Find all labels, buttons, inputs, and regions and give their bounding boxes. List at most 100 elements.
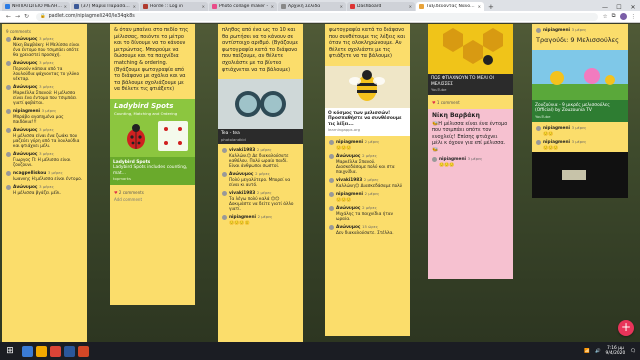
taskbar: ⊞ 📶 🔊 7:16 μμ 9/4/2020 🗨 — [0, 342, 640, 360]
menu-dots-icon[interactable]: ⋮ — [631, 14, 637, 20]
browser-tab[interactable]: Photo collage maker - ✕ — [209, 2, 277, 11]
avatar — [6, 128, 11, 133]
comment-text: 🙂🙂🙂 — [336, 144, 352, 150]
favicon-icon — [5, 4, 10, 9]
add-post-button[interactable]: + — [618, 320, 634, 336]
start-menu-icon[interactable]: ⊞ — [4, 345, 16, 357]
post-body: πληθος από ένα ως το 10 και θα ρωτήσει ν… — [222, 27, 299, 73]
comment-text: Μαρκέλλα Σπανού: Η μέλισσα είναι ένα έντ… — [13, 90, 77, 105]
close-tab-icon[interactable]: ✕ — [340, 4, 343, 9]
column-4: φωτογραφία κατά το διάφανο που συνθέτουμ… — [325, 24, 410, 342]
comment: Ανώνυμος 3 μέρες Νίκη Βαρβάκη: Η Μελίσσα … — [6, 36, 83, 57]
avatar — [329, 153, 334, 159]
word-icon[interactable] — [64, 345, 75, 357]
avatar[interactable] — [619, 13, 627, 20]
link-card[interactable]: Ο κόσμος των μελισσών! Προσπαθήστε να συ… — [325, 107, 410, 136]
dark-photo-thumbnail[interactable] — [532, 152, 628, 199]
link-card[interactable]: Ζουζούνια - 9 μικρές μελισσούλες (Offici… — [532, 100, 628, 123]
close-tab-icon[interactable]: ✕ — [64, 4, 67, 9]
link-card[interactable]: ΠΩΣ ΦΤΙΑΧΝΟΥΝ ΤΟ ΜΕΛΙ ΟΙ ΜΕΛΙΣΣΕΣ YouTub… — [428, 74, 513, 95]
browser-tab[interactable]: Dashboard ✕ — [347, 2, 415, 11]
minimize-icon[interactable]: — — [598, 4, 612, 11]
file-explorer-icon[interactable] — [36, 345, 47, 357]
clock[interactable]: 7:16 μμ 9/4/2020 — [606, 346, 626, 357]
avatar — [6, 85, 11, 90]
comment-time: 3 μέρες — [467, 156, 483, 162]
comment-count: ♥ 1 comment — [432, 99, 460, 105]
comment-text: Νίκη Βαρβάκη: Η Μελίσσα είναι ένα έντομο… — [13, 42, 80, 57]
comment: vivaki1983 2 μέρες Καλλώνι😊 Δε διακαλούσα… — [222, 147, 299, 168]
extensions-icon[interactable]: ⧉ — [612, 13, 616, 20]
tea-thumbnail[interactable] — [218, 79, 303, 130]
comment: nipiagmeni 3 μέρες 🙂🙂🙂 — [432, 156, 509, 167]
add-comment-field[interactable]: Add comment — [114, 197, 191, 202]
close-tab-icon[interactable]: ✕ — [409, 4, 412, 9]
comment-time: 2 μέρες — [362, 204, 377, 210]
comment-time: 3 μέρες — [39, 36, 54, 41]
comment-text: 🙂🙂🙂 — [543, 145, 559, 151]
comment-author: Ανώνυμος — [336, 224, 361, 230]
browser-tab[interactable]: Ταξιδεύοντας Νανουρί ✕ — [416, 2, 484, 11]
comment-time: 2 μέρες — [363, 176, 379, 182]
comment-text: Γιωργος Π: Η μέλισσα είναι ζουζουνι. — [13, 157, 71, 167]
heart-icon[interactable]: ♥ — [114, 190, 118, 195]
new-tab-button[interactable]: + — [485, 3, 497, 11]
link-card[interactable]: Ladybird Spots Ladybird Spots includes c… — [110, 156, 195, 185]
comment-text: 🙂🙂 — [543, 131, 554, 137]
comment-text: Καλλώνι😊 Δε διακαλούσατε καθόλου. Πολύ ω… — [229, 153, 289, 169]
chrome-icon[interactable] — [50, 345, 61, 357]
comment-author: Ανώνυμος — [336, 153, 361, 159]
link-card[interactable]: Tea - tea photolandkid — [218, 129, 303, 145]
comment-text: Πολύ μεγαλύτερο. Μπορεί να είναι κι αυτό… — [229, 177, 291, 188]
post-title: Τραγούδι: 9 Μελισσούλες — [536, 36, 619, 44]
browser-tab-strip: ΝΗΠΙΑΓΩΓΕΙΟ ΜΕΛΗΤΗ ✕ (37) Μαρία Παρασάδου ✕… — [0, 0, 640, 11]
comment-time: 2 μέρες — [255, 171, 270, 177]
powerpoint-icon[interactable] — [78, 345, 89, 357]
browser-tab[interactable]: Αρχική Σελίδα ✕ — [278, 2, 346, 11]
browser-tab[interactable]: ΝΗΠΙΑΓΩΓΕΙΟ ΜΕΛΗΤΗ ✕ — [2, 2, 70, 11]
url-field[interactable]: 🔒 padlet.com/nipiagmeli240/le34qk8s — [36, 12, 598, 21]
forward-icon[interactable]: → — [13, 13, 22, 20]
honey-video-thumbnail[interactable] — [428, 24, 513, 74]
close-tab-icon[interactable]: ✕ — [202, 4, 205, 9]
comment-author: Ανώνυμος — [336, 205, 361, 211]
close-tab-icon[interactable]: ✕ — [478, 4, 481, 9]
avatar — [6, 171, 11, 176]
notifications-icon[interactable]: 🗨 — [630, 349, 636, 354]
column-3: πληθος από ένα ως το 10 και θα ρωτήσει ν… — [218, 24, 303, 342]
wifi-icon[interactable]: 📶 — [584, 349, 590, 354]
comment: nipiagmeni 2 μέρες 🙂🙂🙂🙂 — [222, 214, 299, 225]
column-2: & όταν μπαίνει στο πεδίο της μέλισσας, π… — [110, 24, 195, 342]
volume-icon[interactable]: 🔊 — [595, 349, 601, 354]
ladybird-game-thumbnail[interactable]: Ladybird Spots Counting, Matching and Or… — [110, 98, 195, 157]
comment-text: 🙂🙂🙂 — [439, 162, 455, 168]
tab-title: Photo collage maker - — [219, 4, 269, 9]
reload-icon[interactable]: ↻ — [22, 13, 31, 20]
comment-time: 3 μέρες — [39, 151, 54, 156]
avatar — [222, 172, 227, 178]
browser-tab[interactable]: Horde :: Log in ✕ — [140, 2, 208, 11]
browser-tab[interactable]: (37) Μαρία Παρασάδου ✕ — [71, 2, 139, 11]
comment-time: 2 μέρες — [256, 190, 272, 196]
avatar — [222, 191, 227, 197]
bookmark-star-icon[interactable]: ☆ — [603, 14, 608, 20]
heart-icon[interactable]: ♥ — [432, 100, 436, 105]
cartoon-scene-icon — [532, 68, 628, 100]
avatar — [329, 191, 334, 197]
search-icon[interactable] — [22, 345, 33, 357]
back-icon[interactable]: ← — [4, 13, 13, 20]
close-window-icon[interactable]: ✕ — [626, 4, 640, 11]
pink-post: Νίκη Βαρβάκη 🐝Η μέλισσα είναι ένα έντομο… — [428, 108, 513, 279]
comment: Ανώνυμος 3 μέρες Η μέλισσα είναι ένα ζωάκ… — [6, 127, 83, 148]
close-tab-icon[interactable]: ✕ — [133, 4, 136, 9]
avatar — [6, 37, 11, 42]
comment-time: 3 μέρες — [47, 170, 63, 175]
comment-time: 3 μέρες — [39, 60, 54, 65]
song-video-thumbnail[interactable] — [532, 50, 628, 100]
bee-thumbnail[interactable] — [325, 65, 410, 108]
avatar — [6, 109, 11, 114]
lock-icon: 🔒 — [40, 14, 46, 19]
comment: Ανώνυμος 3 μέρες Περνούν κάποια από τα λο… — [6, 60, 83, 81]
maximize-icon[interactable]: ☐ — [612, 4, 626, 11]
close-tab-icon[interactable]: ✕ — [271, 4, 274, 9]
